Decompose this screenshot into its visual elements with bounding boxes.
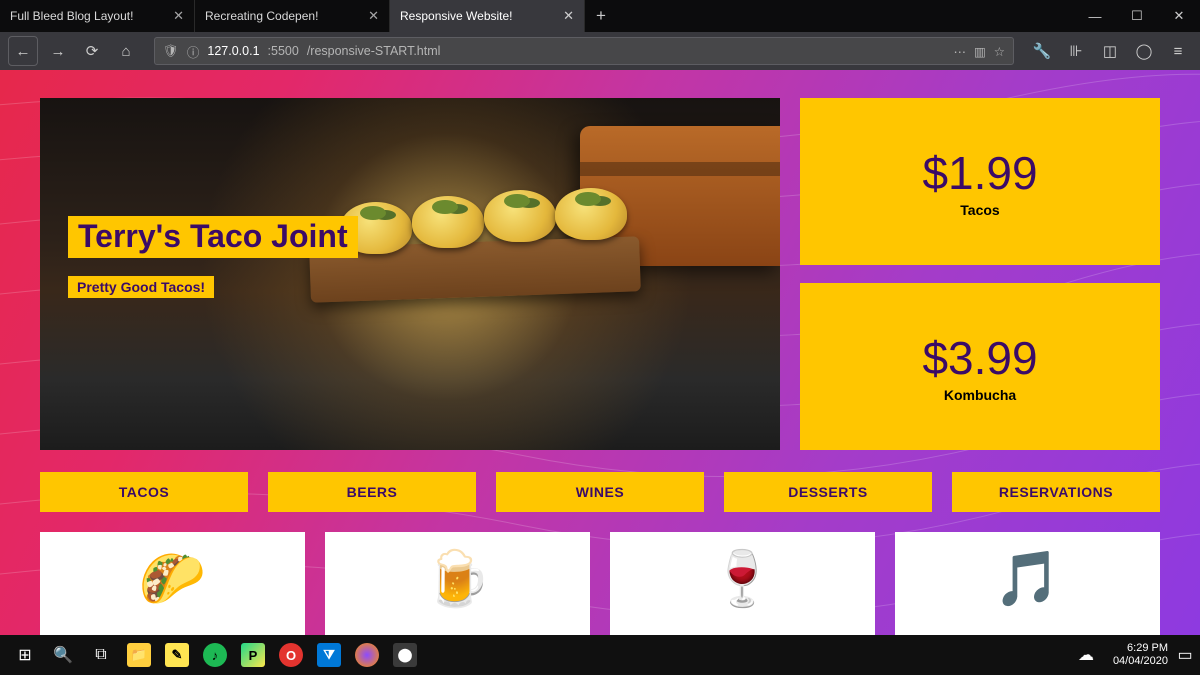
browser-toolbar: ← → ⟳ ⌂ 🛡 ⓘ 127.0.0.1 :5500/responsive-ST… [0, 32, 1200, 70]
close-icon[interactable]: ✕ [368, 8, 379, 24]
sidebar-icon[interactable]: ◫ [1096, 37, 1124, 65]
feature-card-taco[interactable]: 🌮 [40, 532, 305, 635]
nav-label: TACOS [119, 484, 169, 500]
reload-button[interactable]: ⟳ [78, 37, 106, 65]
category-nav: TACOS BEERS WINES DESSERTS RESERVATIONS [40, 472, 1160, 512]
price-value: $1.99 [922, 146, 1037, 200]
nav-desserts[interactable]: DESSERTS [724, 472, 932, 512]
price-label: Kombucha [944, 387, 1016, 403]
reader-icon[interactable]: ▥ [974, 44, 986, 59]
tab-2[interactable]: Responsive Website! ✕ [390, 0, 585, 32]
clock-time: 6:29 PM [1113, 642, 1168, 655]
spotify-icon[interactable]: ♪ [196, 635, 234, 675]
home-button[interactable]: ⌂ [112, 37, 140, 65]
notifications-icon[interactable]: ▭ [1176, 635, 1194, 675]
address-bar[interactable]: 🛡 ⓘ 127.0.0.1 :5500/responsive-START.html… [154, 37, 1014, 65]
sticky-notes-icon[interactable]: ✎ [158, 635, 196, 675]
feature-card-beer[interactable]: 🍺 [325, 532, 590, 635]
search-icon[interactable]: 🔍 [44, 635, 82, 675]
nav-reservations[interactable]: RESERVATIONS [952, 472, 1160, 512]
more-icon[interactable]: ⋯ [953, 44, 966, 59]
app-icon[interactable]: ⬤ [386, 635, 424, 675]
minimize-icon[interactable]: — [1074, 0, 1116, 32]
tab-1[interactable]: Recreating Codepen! ✕ [195, 0, 390, 32]
price-value: $3.99 [922, 331, 1037, 385]
shield-icon[interactable]: 🛡 [163, 44, 179, 59]
url-path: /responsive-START.html [307, 44, 441, 58]
tab-label: Responsive Website! [400, 9, 513, 23]
back-button[interactable]: ← [8, 36, 38, 66]
price-label: Tacos [960, 202, 999, 218]
bookmark-icon[interactable]: ☆ [994, 44, 1005, 59]
close-icon[interactable]: ✕ [173, 8, 184, 24]
price-card-tacos[interactable]: $1.99 Tacos [800, 98, 1160, 265]
file-explorer-icon[interactable]: 📁 [120, 635, 158, 675]
price-card-kombucha[interactable]: $3.99 Kombucha [800, 283, 1160, 450]
price-column: $1.99 Tacos $3.99 Kombucha [800, 98, 1160, 450]
nav-label: RESERVATIONS [999, 484, 1113, 500]
beer-icon: 🍺 [424, 548, 491, 611]
new-tab-button[interactable]: + [585, 0, 617, 32]
system-clock[interactable]: 6:29 PM 04/04/2020 [1105, 642, 1176, 668]
nav-label: DESSERTS [788, 484, 867, 500]
wine-icon: 🍷 [709, 548, 776, 611]
url-port: :5500 [268, 44, 299, 58]
hero-title: Terry's Taco Joint [68, 216, 358, 258]
feature-card-wine[interactable]: 🍷 [610, 532, 875, 635]
opera-icon[interactable]: O [272, 635, 310, 675]
feature-row: 🌮 🍺 🍷 🎵 [40, 532, 1160, 635]
firefox-icon[interactable] [348, 635, 386, 675]
clock-date: 04/04/2020 [1113, 655, 1168, 668]
taco-icon: 🌮 [139, 548, 206, 611]
library-icon[interactable]: ⊪ [1062, 37, 1090, 65]
browser-tabs: Full Bleed Blog Layout! ✕ Recreating Cod… [0, 0, 1200, 32]
maximize-icon[interactable]: ☐ [1116, 0, 1158, 32]
nav-tacos[interactable]: TACOS [40, 472, 248, 512]
menu-icon[interactable]: ≡ [1164, 37, 1192, 65]
pycharm-icon[interactable]: P [234, 635, 272, 675]
close-icon[interactable]: ✕ [563, 8, 574, 24]
nav-label: WINES [576, 484, 624, 500]
info-icon[interactable]: ⓘ [187, 42, 200, 61]
tab-label: Recreating Codepen! [205, 9, 318, 23]
nav-beers[interactable]: BEERS [268, 472, 476, 512]
account-icon[interactable]: ◯ [1130, 37, 1158, 65]
tab-0[interactable]: Full Bleed Blog Layout! ✕ [0, 0, 195, 32]
task-view-icon[interactable]: ⧉ [82, 635, 120, 675]
tools-icon[interactable]: 🔧 [1028, 37, 1056, 65]
url-host: 127.0.0.1 [207, 44, 259, 58]
windows-taskbar: ⊞ 🔍 ⧉ 📁 ✎ ♪ P O ⧩ ⬤ ☁ 6:29 PM 04/04/2020… [0, 635, 1200, 675]
vscode-icon[interactable]: ⧩ [310, 635, 348, 675]
hero-subtitle: Pretty Good Tacos! [68, 276, 214, 298]
music-icon: 🎵 [994, 548, 1061, 611]
nav-wines[interactable]: WINES [496, 472, 704, 512]
onedrive-icon[interactable]: ☁ [1067, 635, 1105, 675]
forward-button[interactable]: → [44, 37, 72, 65]
feature-card-music[interactable]: 🎵 [895, 532, 1160, 635]
page-viewport: Terry's Taco Joint Pretty Good Tacos! $1… [0, 70, 1200, 635]
nav-label: BEERS [347, 484, 398, 500]
close-window-icon[interactable]: ✕ [1158, 0, 1200, 32]
start-button[interactable]: ⊞ [6, 635, 44, 675]
hero-banner: Terry's Taco Joint Pretty Good Tacos! [40, 98, 780, 450]
tab-label: Full Bleed Blog Layout! [10, 9, 133, 23]
